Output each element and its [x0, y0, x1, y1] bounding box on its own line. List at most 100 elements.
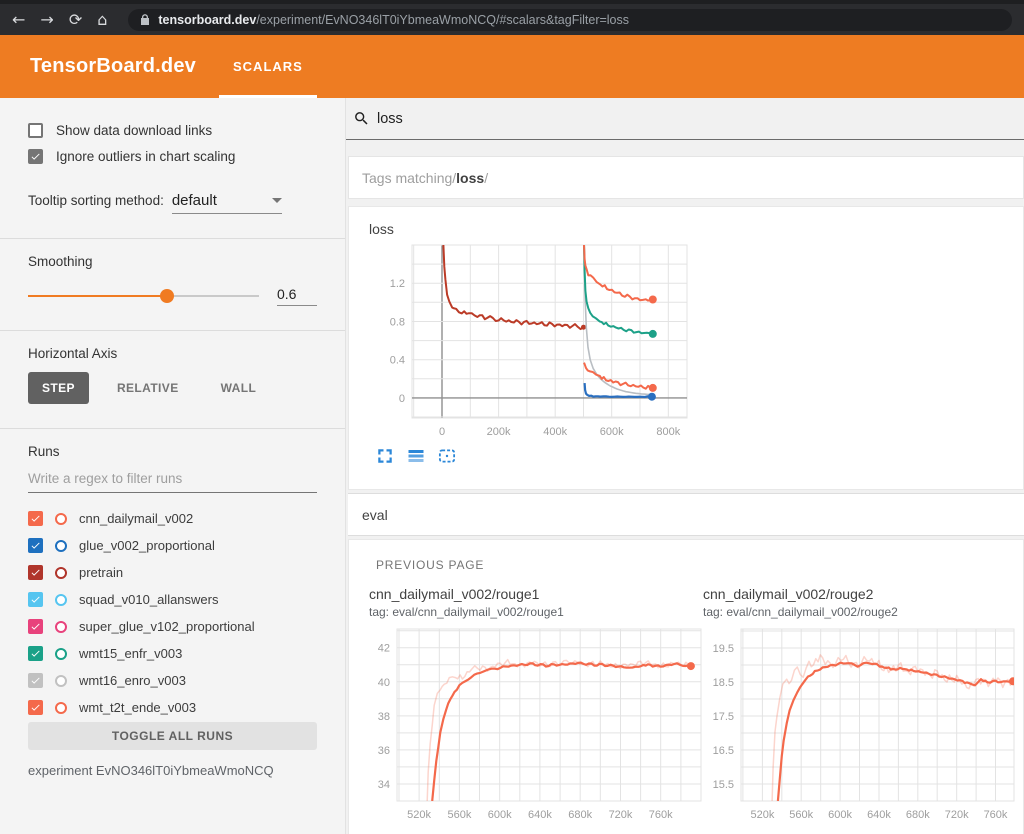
run-label: super_glue_v102_proportional	[79, 619, 255, 634]
fit-domain-icon[interactable]	[438, 447, 456, 465]
run-label: wmt16_enro_v003	[79, 673, 186, 688]
run-checkbox[interactable]	[28, 673, 43, 688]
run-checkbox[interactable]	[28, 511, 43, 526]
rouge2-chart[interactable]: 520k560k600k640k680k720k760k15.516.517.5…	[697, 627, 1020, 827]
run-solo-radio[interactable]	[55, 702, 67, 714]
tooltip-sorting-select[interactable]: default	[172, 192, 282, 214]
lock-icon	[140, 14, 150, 26]
run-label: glue_v002_proportional	[79, 538, 215, 553]
show-download-links-checkbox-row[interactable]: Show data download links	[28, 123, 317, 138]
run-solo-radio[interactable]	[55, 675, 67, 687]
smoothing-slider[interactable]	[28, 288, 259, 304]
run-checkbox[interactable]	[28, 619, 43, 634]
run-checkbox[interactable]	[28, 646, 43, 661]
chevron-down-icon	[272, 198, 282, 203]
check-icon	[30, 675, 41, 686]
svg-text:560k: 560k	[789, 809, 813, 821]
eval-section-title: eval	[362, 507, 388, 523]
log-scale-lines-icon[interactable]	[407, 447, 425, 465]
loss-chart[interactable]: 0200k400k600k800k00.40.81.2	[382, 243, 692, 443]
checkbox-checked[interactable]	[28, 149, 43, 164]
rouge1-chart-block: cnn_dailymail_v002/rouge1 tag: eval/cnn_…	[363, 586, 697, 827]
run-solo-radio[interactable]	[55, 594, 67, 606]
svg-text:36: 36	[378, 745, 390, 757]
run-checkbox[interactable]	[28, 700, 43, 715]
svg-text:15.5: 15.5	[713, 779, 734, 791]
svg-text:200k: 200k	[487, 426, 511, 438]
check-icon	[30, 648, 41, 659]
svg-text:720k: 720k	[945, 809, 969, 821]
axis-step-button[interactable]: STEP	[28, 372, 89, 404]
svg-text:760k: 760k	[984, 809, 1008, 821]
tags-regex: loss	[456, 170, 484, 186]
divider	[0, 330, 345, 331]
rouge1-chart[interactable]: 520k560k600k640k680k720k760k3436384042	[363, 627, 707, 827]
run-row[interactable]: super_glue_v102_proportional	[28, 613, 317, 640]
rouge1-tag: tag: eval/cnn_dailymail_v002/rouge1	[369, 605, 697, 619]
svg-text:42: 42	[378, 643, 390, 655]
rouge2-title: cnn_dailymail_v002/rouge2	[703, 586, 1024, 602]
loss-tag-card: loss 0200k400k600k800k00.40.81.2	[348, 206, 1024, 490]
back-icon[interactable]: ←	[12, 12, 25, 28]
tag-filter-input[interactable]	[377, 111, 677, 127]
address-bar[interactable]: tensorboard.dev/experiment/EvNO346lT0iYb…	[128, 9, 1012, 31]
svg-text:720k: 720k	[609, 809, 633, 821]
run-row[interactable]: wmt_t2t_ende_v003	[28, 694, 317, 721]
svg-text:640k: 640k	[867, 809, 891, 821]
experiment-id: experiment EvNO346lT0iYbmeaWmoNCQ	[28, 763, 317, 778]
svg-text:400k: 400k	[543, 426, 567, 438]
toggle-all-runs-button[interactable]: TOGGLE ALL RUNS	[28, 722, 317, 750]
run-row[interactable]: wmt15_enfr_v003	[28, 640, 317, 667]
runs-list: cnn_dailymail_v002 glue_v002_proportional…	[28, 505, 317, 721]
run-row[interactable]: glue_v002_proportional	[28, 532, 317, 559]
svg-text:1.2: 1.2	[390, 278, 405, 290]
svg-text:0.8: 0.8	[390, 317, 405, 329]
run-solo-radio[interactable]	[55, 621, 67, 633]
run-label: wmt_t2t_ende_v003	[79, 700, 196, 715]
run-checkbox[interactable]	[28, 538, 43, 553]
run-row[interactable]: cnn_dailymail_v002	[28, 505, 317, 532]
app-title: TensorBoard.dev	[30, 55, 196, 78]
eval-section-header[interactable]: eval	[348, 493, 1024, 536]
svg-text:0: 0	[399, 393, 405, 405]
svg-text:19.5: 19.5	[713, 643, 734, 655]
tooltip-sorting-value: default	[172, 192, 217, 209]
run-row[interactable]: squad_v010_allanswers	[28, 586, 317, 613]
svg-text:680k: 680k	[906, 809, 930, 821]
check-icon	[30, 702, 41, 713]
axis-relative-button[interactable]: RELATIVE	[103, 372, 193, 404]
run-row[interactable]: pretrain	[28, 559, 317, 586]
previous-page-button[interactable]: PREVIOUS PAGE	[349, 540, 1023, 572]
smoothing-value[interactable]: 0.6	[277, 286, 317, 306]
expand-chart-icon[interactable]	[376, 447, 394, 465]
forward-icon[interactable]: →	[40, 12, 53, 28]
svg-text:0.4: 0.4	[390, 355, 405, 367]
run-solo-radio[interactable]	[55, 648, 67, 660]
runs-filter-input[interactable]	[28, 471, 317, 493]
tab-scalars[interactable]: SCALARS	[219, 35, 317, 98]
run-checkbox[interactable]	[28, 592, 43, 607]
run-checkbox[interactable]	[28, 565, 43, 580]
axis-wall-button[interactable]: WALL	[207, 372, 271, 404]
home-icon[interactable]: ⌂	[97, 12, 107, 28]
svg-text:16.5: 16.5	[713, 745, 734, 757]
checkbox-label: Show data download links	[56, 123, 212, 138]
reload-icon[interactable]: ⟳	[69, 12, 82, 28]
slider-thumb[interactable]	[160, 289, 174, 303]
tags-matching-bar: Tags matching /loss/	[348, 156, 1024, 199]
runs-label: Runs	[28, 444, 317, 459]
settings-sidebar: Show data download links Ignore outliers…	[0, 98, 346, 834]
run-solo-radio[interactable]	[55, 513, 67, 525]
main-panel: Tags matching /loss/ loss 0200k400k600k8…	[346, 98, 1024, 834]
svg-text:18.5: 18.5	[713, 677, 734, 689]
run-solo-radio[interactable]	[55, 540, 67, 552]
ignore-outliers-checkbox-row[interactable]: Ignore outliers in chart scaling	[28, 149, 317, 164]
svg-text:0: 0	[439, 426, 445, 438]
search-icon	[353, 110, 370, 127]
browser-toolbar: ← → ⟳ ⌂ tensorboard.dev/experiment/EvNO3…	[0, 0, 1024, 35]
run-solo-radio[interactable]	[55, 567, 67, 579]
run-row[interactable]: wmt16_enro_v003	[28, 667, 317, 694]
checkbox-unchecked[interactable]	[28, 123, 43, 138]
svg-text:760k: 760k	[649, 809, 673, 821]
svg-text:560k: 560k	[447, 809, 471, 821]
